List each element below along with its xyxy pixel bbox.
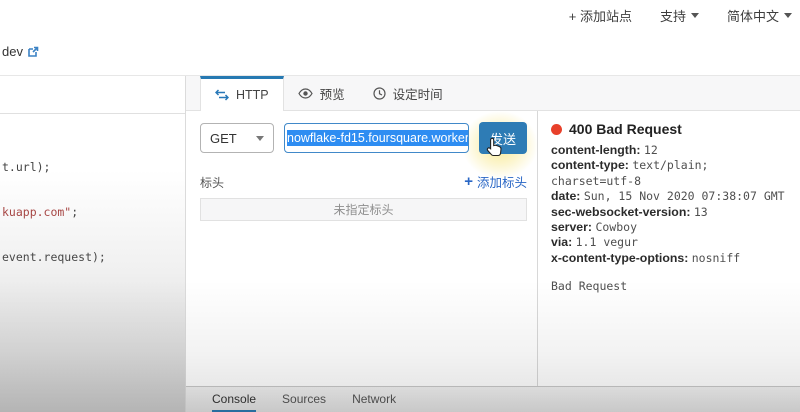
method-select[interactable]: GET bbox=[200, 123, 274, 153]
tab-preview[interactable]: 预览 bbox=[284, 76, 359, 110]
tab-preview-label: 预览 bbox=[319, 87, 345, 102]
content-area: t.url); kuapp.com"; event.request); HTTP… bbox=[0, 76, 800, 412]
header-name: sec-websocket-version: bbox=[551, 204, 691, 219]
code-block: t.url); kuapp.com"; event.request); bbox=[2, 130, 106, 295]
header-name: content-length: bbox=[551, 143, 641, 157]
editor-top-divider bbox=[0, 113, 185, 114]
language-menu[interactable]: 简体中文 bbox=[727, 6, 792, 25]
caret-down-icon bbox=[690, 13, 699, 18]
method-select-value: GET bbox=[210, 130, 237, 146]
code-string-literal: kuapp.com" bbox=[2, 205, 72, 219]
header-name: via: bbox=[551, 235, 573, 250]
request-method-row: GET nowflake-fd15.foursquare.workers. de… bbox=[200, 122, 527, 154]
header-name: server: bbox=[551, 220, 593, 235]
response-status-text: 400 Bad Request bbox=[569, 121, 682, 137]
response-header-line: server: Cowboy bbox=[551, 220, 788, 235]
subdomain-label: dev bbox=[2, 44, 23, 59]
red-dot-icon bbox=[551, 123, 562, 135]
tab-set-time-label: 设定时间 bbox=[392, 87, 443, 102]
console-bar: Console Sources Network bbox=[186, 386, 800, 412]
response-header-line: content-length: 12 bbox=[551, 143, 788, 158]
header-value: 13 bbox=[693, 204, 708, 219]
support-label: 支持 bbox=[659, 9, 686, 24]
eye-icon bbox=[297, 87, 313, 99]
swap-arrows-icon bbox=[215, 89, 229, 101]
http-tester-panel: HTTP 预览 设定时间 GET nowflake-fd15.foursquar… bbox=[186, 76, 800, 412]
console-tab-network[interactable]: Network bbox=[352, 387, 396, 412]
console-tab-sources[interactable]: Sources bbox=[282, 387, 326, 412]
console-tab-console[interactable]: Console bbox=[212, 387, 257, 412]
tab-http[interactable]: HTTP bbox=[200, 76, 284, 111]
code-line-end: ; bbox=[71, 205, 79, 219]
response-header-line: via: 1.1 vegur bbox=[551, 235, 788, 250]
language-label: 简体中文 bbox=[726, 9, 779, 24]
url-selected-text: nowflake-fd15.foursquare.workers. bbox=[287, 130, 468, 146]
header-value: 12 bbox=[643, 143, 658, 157]
caret-down-icon bbox=[784, 13, 792, 18]
app-header: + 添加站点 支持 简体中文 dev bbox=[0, 0, 800, 76]
tab-set-time[interactable]: 设定时间 bbox=[359, 76, 457, 110]
url-input[interactable]: nowflake-fd15.foursquare.workers. de bbox=[284, 123, 469, 153]
add-site-label: + 添加站点 bbox=[568, 9, 632, 24]
no-headers-label: 未指定标头 bbox=[333, 203, 394, 217]
code-editor-pane[interactable]: t.url); kuapp.com"; event.request); bbox=[0, 76, 186, 412]
console-tab-label: Console bbox=[212, 391, 257, 406]
response-header-line: content-type: text/plain; charset=utf-8 bbox=[551, 158, 788, 189]
top-nav: + 添加站点 支持 简体中文 bbox=[569, 6, 792, 25]
clock-icon bbox=[373, 86, 386, 100]
request-response-panes: GET nowflake-fd15.foursquare.workers. de… bbox=[186, 111, 800, 386]
header-value: Cowboy bbox=[595, 220, 637, 235]
code-line: t.url); bbox=[2, 160, 51, 174]
external-link-icon bbox=[27, 46, 39, 58]
console-tab-label: Sources bbox=[282, 391, 327, 406]
response-status-row: 400 Bad Request bbox=[551, 121, 788, 137]
header-value: nosniff bbox=[691, 250, 741, 265]
subdomain-dev-link[interactable]: dev bbox=[2, 44, 39, 59]
response-body: Bad Request bbox=[551, 279, 628, 294]
support-menu[interactable]: 支持 bbox=[660, 6, 699, 25]
response-header-line: x-content-type-options: nosniff bbox=[551, 251, 788, 266]
request-headers-row: 标头 + 添加标头 bbox=[200, 172, 527, 191]
code-line: event.request); bbox=[2, 250, 106, 264]
tester-tab-bar: HTTP 预览 设定时间 bbox=[186, 76, 800, 111]
header-name: x-content-type-options: bbox=[551, 250, 689, 265]
response-pane: 400 Bad Request content-length: 12 conte… bbox=[538, 111, 800, 386]
header-name: content-type: bbox=[551, 158, 629, 173]
no-headers-box: 未指定标头 bbox=[200, 198, 527, 221]
hand-cursor-icon bbox=[485, 137, 504, 164]
tab-http-label: HTTP bbox=[236, 88, 269, 102]
plus-icon: + bbox=[464, 172, 473, 190]
request-pane: GET nowflake-fd15.foursquare.workers. de… bbox=[186, 111, 538, 386]
console-tab-label: Network bbox=[352, 391, 397, 406]
header-value: Sun, 15 Nov 2020 07:38:07 GMT bbox=[583, 189, 785, 204]
header-value: 1.1 vegur bbox=[575, 235, 638, 250]
response-header-line: sec-websocket-version: 13 bbox=[551, 205, 788, 220]
add-site-link[interactable]: + 添加站点 bbox=[569, 6, 632, 25]
response-header-line: date: Sun, 15 Nov 2020 07:38:07 GMT bbox=[551, 189, 788, 204]
code-line: kuapp.com"; bbox=[2, 205, 106, 220]
header-name: date: bbox=[551, 189, 581, 204]
headers-label: 标头 bbox=[200, 176, 225, 190]
caret-down-icon bbox=[256, 135, 264, 141]
